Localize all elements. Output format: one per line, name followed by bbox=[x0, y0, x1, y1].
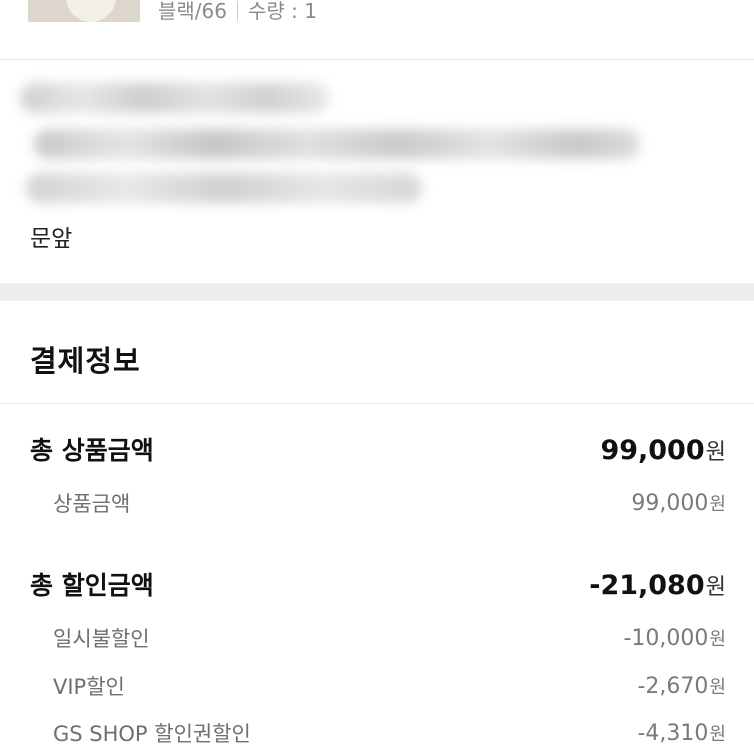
discount-detail-row: 일시불할인 -10,000원 bbox=[0, 619, 754, 659]
redacted-phone bbox=[26, 173, 422, 203]
price-detail-row: 상품금액 99,000원 bbox=[0, 484, 754, 524]
payment-section-title: 결제정보 bbox=[30, 344, 141, 378]
lump-sum-discount-label: 일시불할인 bbox=[53, 627, 150, 651]
shipping-address: 문앞 bbox=[0, 61, 754, 283]
vip-discount-label: VIP할인 bbox=[53, 675, 125, 699]
order-product-row: 블랙/66 수량 : 1 bbox=[0, 0, 754, 60]
total-product-amount: 99,000원 bbox=[600, 435, 726, 466]
product-price-amount: 99,000원 bbox=[631, 491, 726, 516]
coupon-discount-amount: -4,310원 bbox=[637, 721, 726, 746]
total-discount-amount: -21,080원 bbox=[589, 570, 726, 601]
coupon-discount-label: GS SHOP 할인권할인 bbox=[53, 722, 251, 746]
total-discount-row: 총 할인금액 -21,080원 bbox=[0, 566, 754, 606]
product-quantity: 수량 : 1 bbox=[248, 0, 317, 23]
total-product-row: 총 상품금액 99,000원 bbox=[0, 431, 754, 471]
redacted-recipient bbox=[20, 83, 330, 113]
product-option: 블랙/66 bbox=[158, 0, 227, 23]
section-separator bbox=[0, 283, 754, 301]
discount-detail-row: GS SHOP 할인권할인 -4,310원 bbox=[0, 714, 754, 754]
discount-detail-row: VIP할인 -2,670원 bbox=[0, 667, 754, 707]
product-option-info: 블랙/66 수량 : 1 bbox=[158, 0, 317, 24]
total-discount-label: 총 할인금액 bbox=[30, 571, 154, 600]
total-product-label: 총 상품금액 bbox=[30, 436, 154, 465]
option-separator bbox=[237, 1, 238, 21]
redacted-address bbox=[34, 129, 640, 159]
payment-title-divider bbox=[0, 403, 754, 404]
product-price-label: 상품금액 bbox=[53, 492, 131, 516]
product-thumbnail bbox=[28, 0, 140, 22]
vip-discount-amount: -2,670원 bbox=[637, 674, 726, 699]
delivery-request: 문앞 bbox=[30, 226, 73, 252]
lump-sum-discount-amount: -10,000원 bbox=[623, 626, 726, 651]
